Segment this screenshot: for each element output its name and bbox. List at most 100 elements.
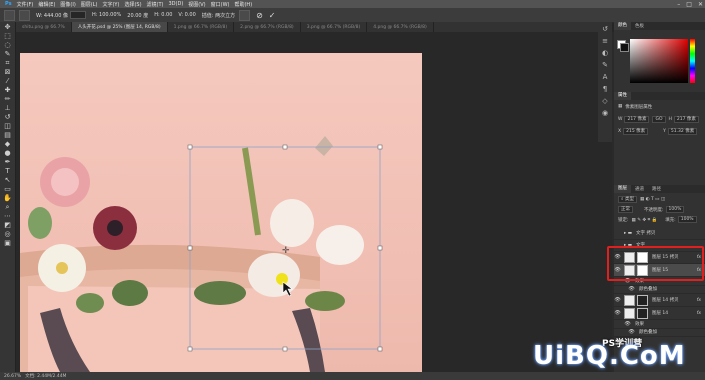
warp-button[interactable] (239, 9, 251, 21)
ps-logo-icon[interactable]: Ps (5, 1, 12, 7)
layer-fx-icon[interactable]: fx (697, 311, 701, 316)
styles-icon[interactable]: ◇ (600, 97, 610, 106)
foreground-background-icon[interactable]: ◩ (2, 221, 13, 229)
opacity-value[interactable]: 100% (665, 206, 685, 213)
minimize-icon[interactable]: – (677, 1, 680, 8)
shape-tool-icon[interactable]: ▭ (2, 185, 13, 193)
dodge-tool-icon[interactable]: ● (2, 149, 13, 157)
height-field[interactable]: H: 100.00% (92, 12, 121, 18)
menu-3d[interactable]: 3D(D) (169, 1, 184, 7)
menu-file[interactable]: 文件(F) (17, 1, 34, 8)
more-tools-icon[interactable]: ⋯ (2, 212, 13, 220)
tab-paths[interactable]: 路径 (648, 186, 665, 192)
menu-edit[interactable]: 编辑(E) (38, 1, 55, 8)
tool-preset-button[interactable] (4, 9, 15, 21)
background-color-swatch[interactable] (620, 43, 629, 52)
maximize-icon[interactable]: □ (686, 1, 692, 8)
menu-help[interactable]: 帮助(H) (234, 1, 252, 8)
doc-tab-active[interactable]: 人头开花.psd @ 25% (图层 14, RGB/8) (71, 22, 168, 32)
tab-swatches[interactable]: 色板 (631, 23, 648, 29)
close-icon[interactable]: ✕ (698, 1, 703, 8)
marquee-tool-icon[interactable]: ⬚ (2, 32, 13, 40)
healing-tool-icon[interactable]: ✚ (2, 86, 13, 94)
x-value[interactable]: 215 像素 (623, 128, 649, 135)
eyedropper-tool-icon[interactable]: ⁄ (2, 77, 13, 85)
canvas-area[interactable]: ✛ (16, 32, 612, 372)
color-picker-field[interactable] (630, 39, 688, 83)
reference-point-button[interactable] (19, 9, 30, 21)
cancel-transform-icon[interactable]: ⊘ (256, 11, 263, 20)
artboard[interactable]: ✛ (20, 53, 422, 372)
history-brush-icon[interactable]: ↺ (2, 113, 13, 121)
channels-icon[interactable]: ◉ (600, 109, 610, 118)
visibility-eye-icon[interactable]: 👁 (614, 297, 621, 303)
quick-mask-icon[interactable]: ◎ (2, 230, 13, 238)
blur-tool-icon[interactable]: ◆ (2, 140, 13, 148)
zoom-tool-icon[interactable]: ⌕ (2, 203, 13, 211)
menu-window[interactable]: 窗口(W) (211, 1, 230, 8)
interpolation-select[interactable]: 插值: 两次立方 (202, 12, 235, 19)
v-skew-field[interactable]: V: 0.00 (178, 12, 195, 18)
zoom-level[interactable]: 26.67% (4, 374, 21, 379)
lasso-tool-icon[interactable]: ◌ (2, 41, 13, 49)
adjustments-icon[interactable]: ◐ (600, 49, 610, 58)
layer-filter-select[interactable]: ⌕ 类型 (618, 196, 637, 203)
menu-view[interactable]: 视图(V) (188, 1, 205, 8)
h-skew-field[interactable]: H: 0.00 (154, 12, 172, 18)
doc-tab[interactable]: shitu.png @ 66.7% (16, 22, 72, 32)
tab-properties[interactable]: 属性 (614, 92, 631, 100)
width-input[interactable] (70, 11, 87, 19)
frame-tool-icon[interactable]: ⊠ (2, 68, 13, 76)
character-icon[interactable]: A (600, 73, 610, 82)
link-button[interactable]: GO (652, 116, 666, 123)
blend-mode-select[interactable]: 正常 (618, 206, 633, 213)
tab-color[interactable]: 颜色 (614, 22, 631, 30)
paragraph-icon[interactable]: ¶ (600, 85, 610, 94)
doc-tab[interactable]: 2.png @ 66.7% (RGB/8) (234, 22, 301, 32)
pen-tool-icon[interactable]: ✒ (2, 158, 13, 166)
hue-slider[interactable] (690, 39, 695, 83)
layer-row[interactable]: 👁 图层 14 拷贝 fx (614, 294, 705, 307)
doc-tab[interactable]: 4.png @ 66.7% (RGB/8) (367, 22, 434, 32)
doc-tab[interactable]: 3.png @ 66.7% (RGB/8) (301, 22, 368, 32)
menu-type[interactable]: 文字(Y) (102, 1, 119, 8)
eraser-tool-icon[interactable]: ◫ (2, 122, 13, 130)
menu-layer[interactable]: 图层(L) (81, 1, 98, 8)
history-icon[interactable]: ↺ (600, 25, 610, 34)
brush-settings-icon[interactable]: ✎ (600, 61, 610, 70)
crop-tool-icon[interactable]: ⌗ (2, 59, 13, 67)
doc-tab[interactable]: 1.png @ 66.7% (RGB/8) (168, 22, 235, 32)
brush-tool-icon[interactable]: ✏ (2, 95, 13, 103)
menu-filter[interactable]: 滤镜(T) (147, 1, 164, 8)
visibility-eye-icon[interactable]: 👁 (624, 321, 631, 327)
y-value[interactable]: 51.32 像素 (667, 128, 698, 135)
layer-row[interactable]: 👁 图层 14 fx (614, 307, 705, 320)
tab-layers[interactable]: 图层 (614, 185, 631, 193)
visibility-eye-icon[interactable]: 👁 (628, 329, 635, 335)
height-value[interactable]: 217 像素 (673, 116, 699, 123)
gradient-tool-icon[interactable]: ▤ (2, 131, 13, 139)
width-value[interactable]: 217 像素 (624, 116, 650, 123)
commit-transform-icon[interactable]: ✓ (269, 11, 276, 20)
effect-row[interactable]: 👁 颜色叠加 (614, 285, 705, 294)
stamp-tool-icon[interactable]: ⊥ (2, 104, 13, 112)
path-select-tool-icon[interactable]: ↖ (2, 176, 13, 184)
menu-select[interactable]: 选择(S) (124, 1, 141, 8)
visibility-eye-icon[interactable]: 👁 (614, 310, 621, 316)
tab-channels[interactable]: 通道 (631, 186, 648, 192)
filter-icons[interactable]: ▦ ◐ T ▭ ◫ (640, 197, 665, 202)
properties-type: ▦ 像素图层属性 (618, 103, 652, 110)
move-tool-icon[interactable]: ✥ (2, 23, 13, 31)
menu-image[interactable]: 图像(I) (60, 1, 75, 8)
quick-select-tool-icon[interactable]: ✎ (2, 50, 13, 58)
visibility-eye-icon[interactable]: 👁 (628, 286, 635, 292)
type-tool-icon[interactable]: T (2, 167, 13, 175)
screen-mode-icon[interactable]: ▣ (2, 239, 13, 247)
layer-mask-thumbnail[interactable] (637, 307, 648, 319)
width-field[interactable]: W: 444.00 像 (36, 12, 68, 19)
layer-mask-thumbnail[interactable] (637, 294, 648, 306)
hand-tool-icon[interactable]: ✋ (2, 194, 13, 202)
layer-fx-icon[interactable]: fx (697, 298, 701, 303)
angle-field[interactable]: 20.00 度 (127, 12, 148, 19)
properties-icon[interactable]: ≡ (600, 37, 610, 46)
